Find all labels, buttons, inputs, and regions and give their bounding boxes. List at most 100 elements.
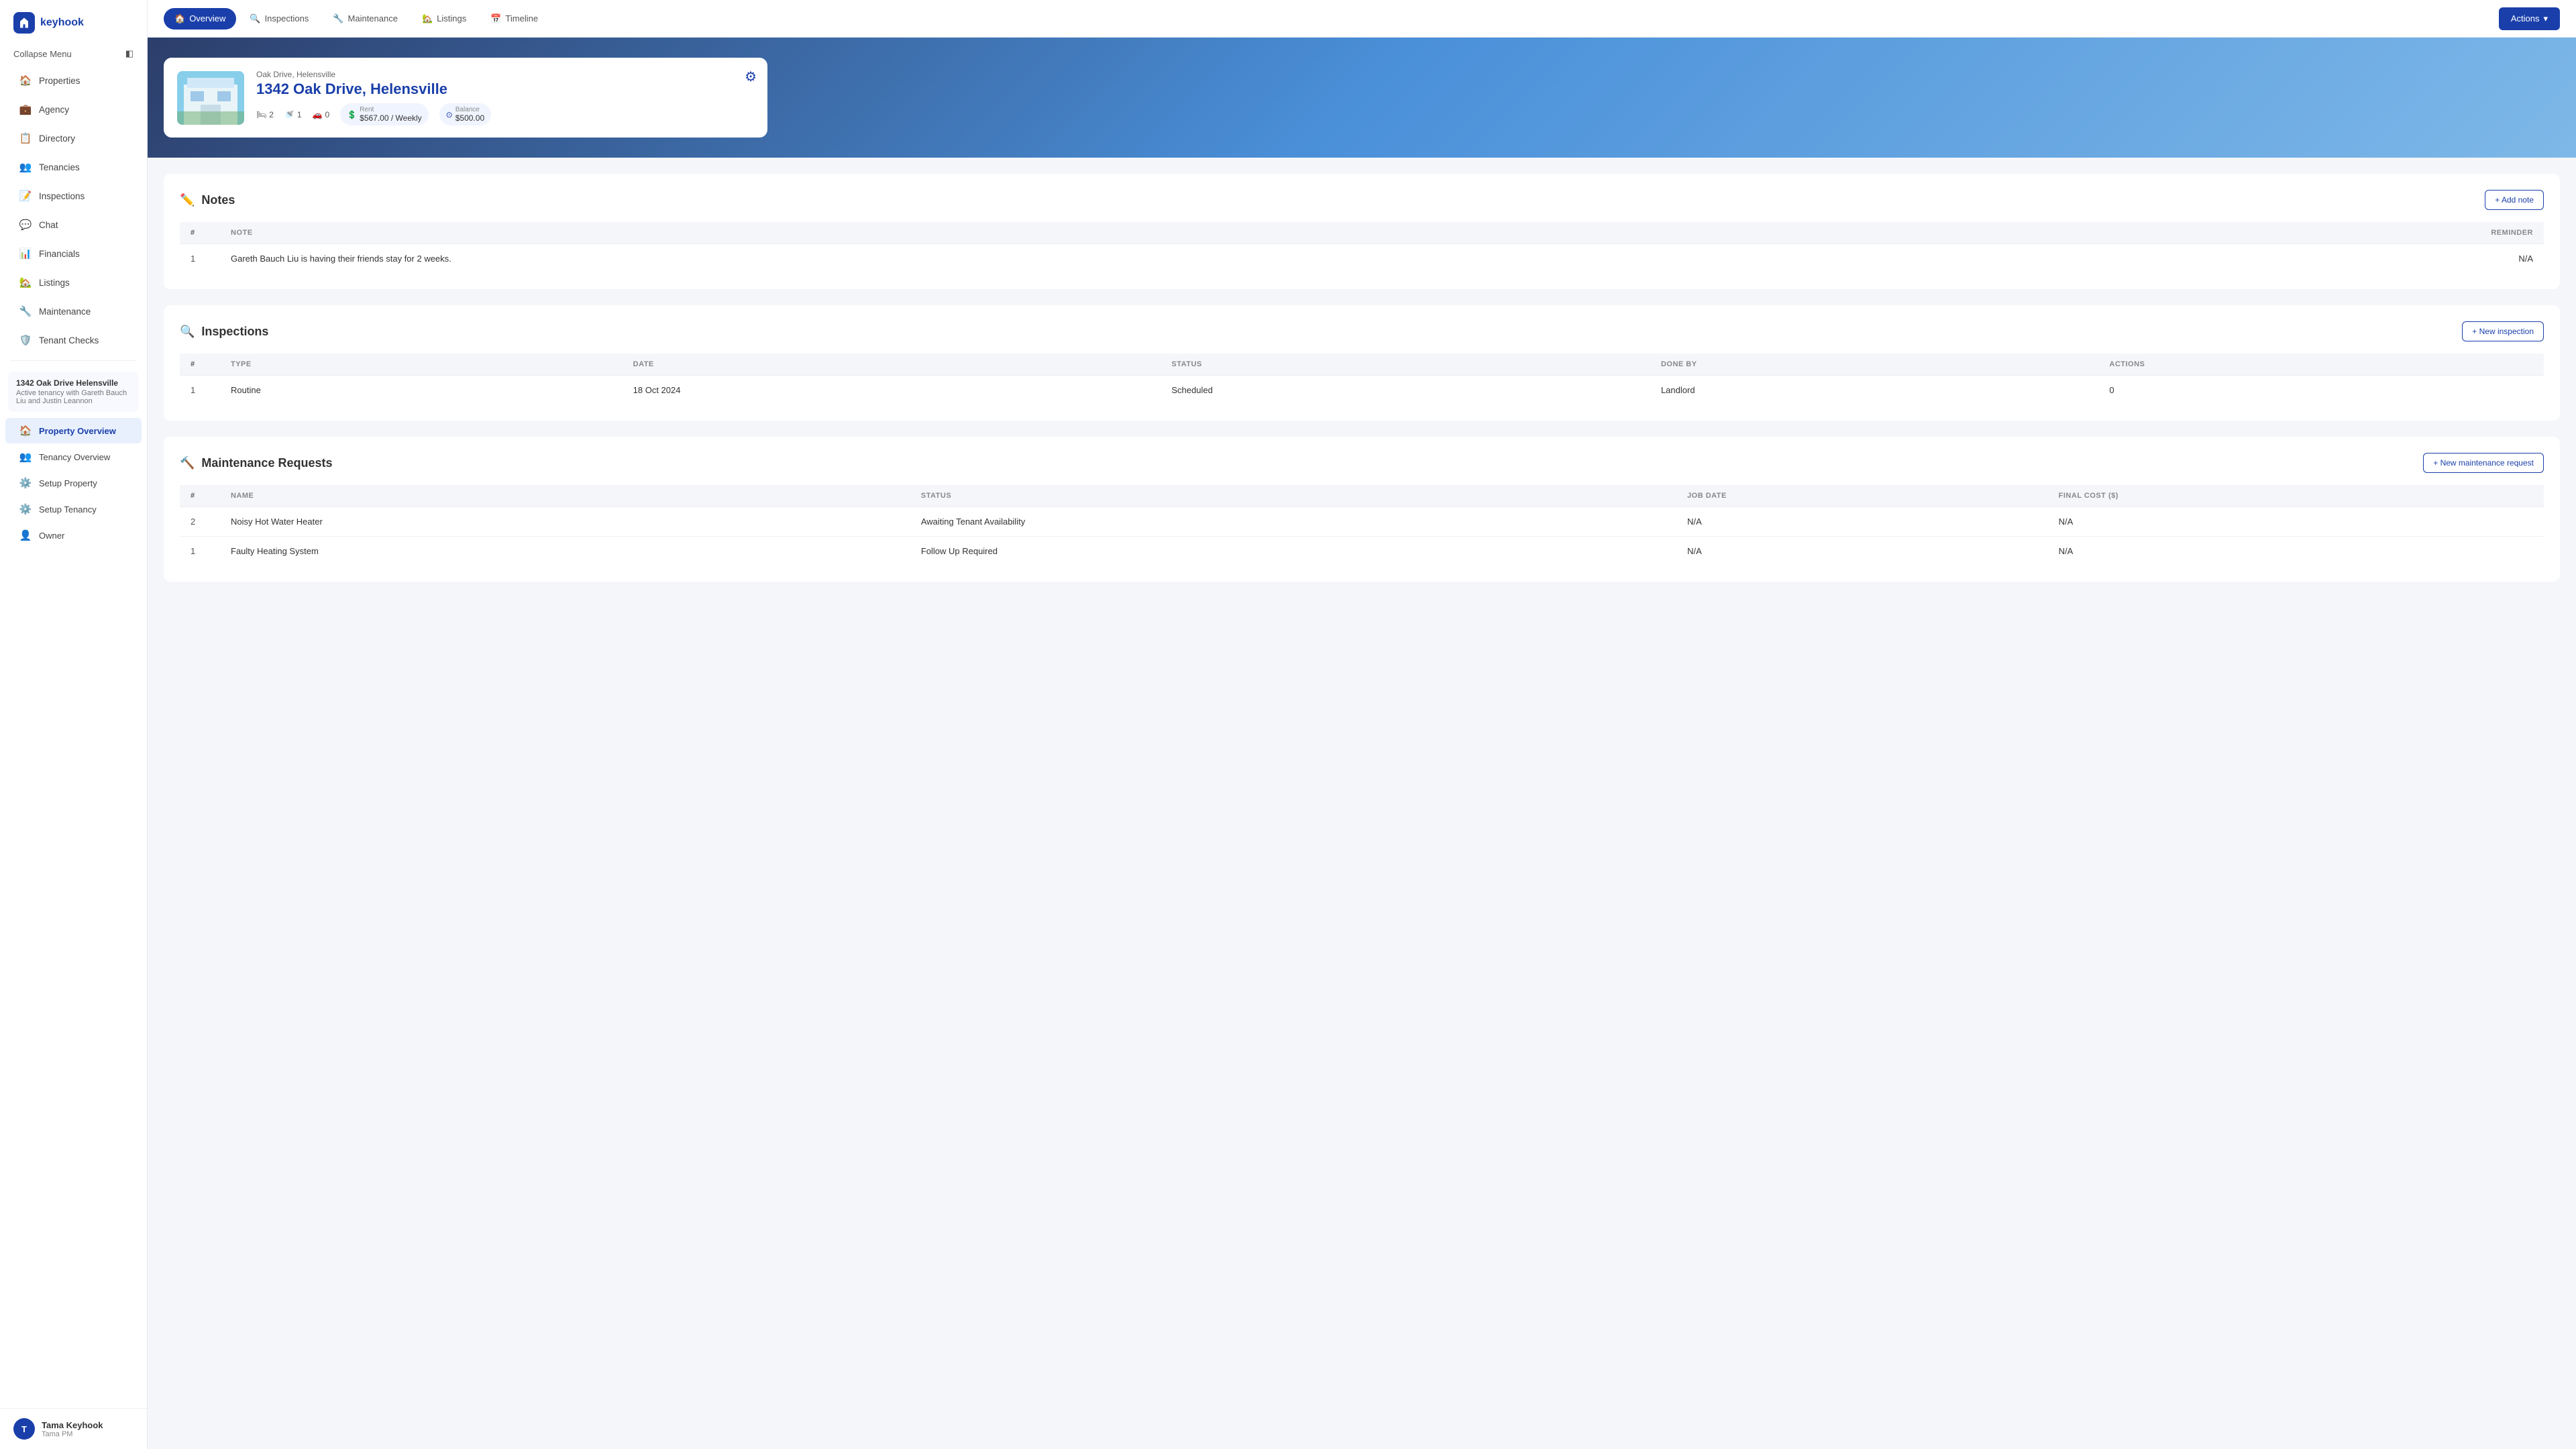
sidebar-user: T Tama Keyhook Tama PM (0, 1408, 147, 1449)
tenancy-overview-icon: 👥 (19, 450, 32, 464)
notes-title-text: Notes (201, 193, 235, 207)
maintenance-header: 🔨 Maintenance Requests + New maintenance… (180, 453, 2544, 473)
add-note-button[interactable]: + Add note (2485, 190, 2544, 210)
sidebar-item-agency[interactable]: 💼 Agency (5, 95, 142, 123)
user-name: Tama Keyhook (42, 1420, 103, 1430)
chat-icon: 💬 (19, 218, 32, 231)
maint-cost: N/A (2048, 507, 2544, 537)
collapse-menu-button[interactable]: Collapse Menu ◧ (0, 42, 147, 66)
listings-tab-label: Listings (437, 13, 466, 23)
insp-num: 1 (180, 376, 220, 405)
sidebar-item-financials[interactable]: 📊 Financials (5, 239, 142, 268)
sidebar-logo: keyhook (0, 0, 147, 42)
notes-table: # NOTE REMINDER 1 Gareth Bauch Liu is ha… (180, 222, 2544, 273)
bath-icon: 🚿 (284, 110, 294, 119)
new-inspection-button[interactable]: + New inspection (2462, 321, 2544, 341)
inspections-table-body: 1 Routine 18 Oct 2024 Scheduled Landlord… (180, 376, 2544, 405)
property-meta: 🛏 2 🚿 1 🚗 0 💲 (256, 103, 754, 125)
content-area: Oak Drive, Helensville 1342 Oak Drive, H… (148, 38, 2576, 1449)
maintenance-title-text: Maintenance Requests (201, 456, 332, 470)
user-info: Tama Keyhook Tama PM (42, 1420, 103, 1438)
rent-value: $567.00 / Weekly (360, 113, 422, 123)
insp-col-date: DATE (623, 354, 1161, 376)
actions-label: Actions (2511, 13, 2540, 23)
sub-nav-setup-tenancy[interactable]: ⚙️ Setup Tenancy (5, 496, 142, 522)
rent-label: Rent (360, 106, 422, 113)
sub-nav-setup-property[interactable]: ⚙️ Setup Property (5, 470, 142, 496)
topnav-tabs: 🏠Overview🔍Inspections🔧Maintenance🏡Listin… (164, 8, 549, 30)
topnav-tab-maintenance[interactable]: 🔧Maintenance (322, 8, 409, 30)
balance-icon: ⊙ (446, 110, 453, 119)
table-row: 1 Routine 18 Oct 2024 Scheduled Landlord… (180, 376, 2544, 405)
sidebar-item-chat[interactable]: 💬 Chat (5, 211, 142, 239)
maint-jobdate: N/A (1676, 537, 2048, 566)
sidebar-label-maintenance: Maintenance (39, 307, 91, 317)
notes-header: ✏️ Notes + Add note (180, 190, 2544, 210)
insp-col-type: TYPE (220, 354, 623, 376)
topnav: 🏠Overview🔍Inspections🔧Maintenance🏡Listin… (148, 0, 2576, 38)
tenancy-address: 1342 Oak Drive Helensville (16, 378, 131, 388)
sub-nav-label-property-overview: Property Overview (39, 426, 116, 436)
new-maintenance-button[interactable]: + New maintenance request (2423, 453, 2544, 473)
sidebar-divider (11, 360, 136, 361)
sidebar-item-maintenance[interactable]: 🔧 Maintenance (5, 297, 142, 325)
topnav-tab-inspections[interactable]: 🔍Inspections (239, 8, 319, 30)
sidebar-item-tenancies[interactable]: 👥 Tenancies (5, 153, 142, 181)
maint-num: 2 (180, 507, 220, 537)
properties-icon: 🏠 (19, 74, 32, 87)
maintenance-tab-icon: 🔧 (333, 13, 343, 24)
sub-nav-label-tenancy-overview: Tenancy Overview (39, 452, 110, 462)
property-street: Oak Drive, Helensville (256, 70, 754, 79)
maint-status: Follow Up Required (910, 537, 1676, 566)
baths-value: 1 (297, 110, 302, 119)
topnav-tab-listings[interactable]: 🏡Listings (411, 8, 477, 30)
settings-icon[interactable]: ⚙ (745, 68, 757, 85)
actions-button[interactable]: Actions ▾ (2499, 7, 2560, 30)
notes-table-body: 1 Gareth Bauch Liu is having their frien… (180, 244, 2544, 274)
maint-col-jobdate: JOB DATE (1676, 485, 2048, 507)
sidebar-item-properties[interactable]: 🏠 Properties (5, 66, 142, 95)
maintenance-title: 🔨 Maintenance Requests (180, 456, 332, 470)
bed-icon: 🛏 (256, 110, 266, 119)
notes-table-header-row: # NOTE REMINDER (180, 222, 2544, 244)
sidebar-label-inspections: Inspections (39, 191, 85, 201)
inspections-tab-icon: 🔍 (250, 13, 260, 24)
parking-meta: 🚗 0 (313, 110, 330, 119)
sub-nav-owner[interactable]: 👤 Owner (5, 523, 142, 548)
sidebar-nav: 🏠 Properties 💼 Agency 📋 Directory 👥 Tena… (0, 66, 147, 355)
timeline-tab-label: Timeline (505, 13, 538, 23)
car-icon: 🚗 (313, 110, 323, 119)
page-content: ✏️ Notes + Add note # NOTE REMINDER (148, 158, 2576, 614)
collapse-icon: ◧ (125, 48, 133, 59)
new-inspection-label: + New inspection (2472, 327, 2534, 336)
app-name: keyhook (40, 17, 84, 29)
maint-col-cost: FINAL COST ($) (2048, 485, 2544, 507)
sidebar-item-tenant-checks[interactable]: 🛡️ Tenant Checks (5, 326, 142, 354)
maint-status: Awaiting Tenant Availability (910, 507, 1676, 537)
maint-col-name: NAME (220, 485, 910, 507)
sidebar-item-directory[interactable]: 📋 Directory (5, 124, 142, 152)
tenancies-icon: 👥 (19, 160, 32, 174)
sub-nav-tenancy-overview[interactable]: 👥 Tenancy Overview (5, 444, 142, 470)
insp-doneby: Landlord (1650, 376, 2098, 405)
hero-section: Oak Drive, Helensville 1342 Oak Drive, H… (148, 38, 2576, 158)
topnav-tab-timeline[interactable]: 📅Timeline (480, 8, 549, 30)
tenant-checks-icon: 🛡️ (19, 333, 32, 347)
maint-col-num: # (180, 485, 220, 507)
note-reminder: N/A (2061, 244, 2544, 274)
maintenance-table-head: # NAME STATUS JOB DATE FINAL COST ($) (180, 485, 2544, 507)
topnav-tab-overview[interactable]: 🏠Overview (164, 8, 236, 30)
note-text: Gareth Bauch Liu is having their friends… (220, 244, 2061, 274)
sidebar-item-listings[interactable]: 🏡 Listings (5, 268, 142, 297)
tenancy-card: 1342 Oak Drive Helensville Active tenanc… (8, 372, 139, 412)
insp-date: 18 Oct 2024 (623, 376, 1161, 405)
user-role: Tama PM (42, 1430, 103, 1438)
maint-jobdate: N/A (1676, 507, 2048, 537)
property-image (177, 71, 244, 125)
property-address: 1342 Oak Drive, Helensville (256, 80, 754, 98)
maint-name: Noisy Hot Water Heater (220, 507, 910, 537)
overview-tab-label: Overview (189, 13, 225, 23)
sub-nav-property-overview[interactable]: 🏠 Property Overview (5, 418, 142, 443)
sidebar-item-inspections[interactable]: 📝 Inspections (5, 182, 142, 210)
agency-icon: 💼 (19, 103, 32, 116)
